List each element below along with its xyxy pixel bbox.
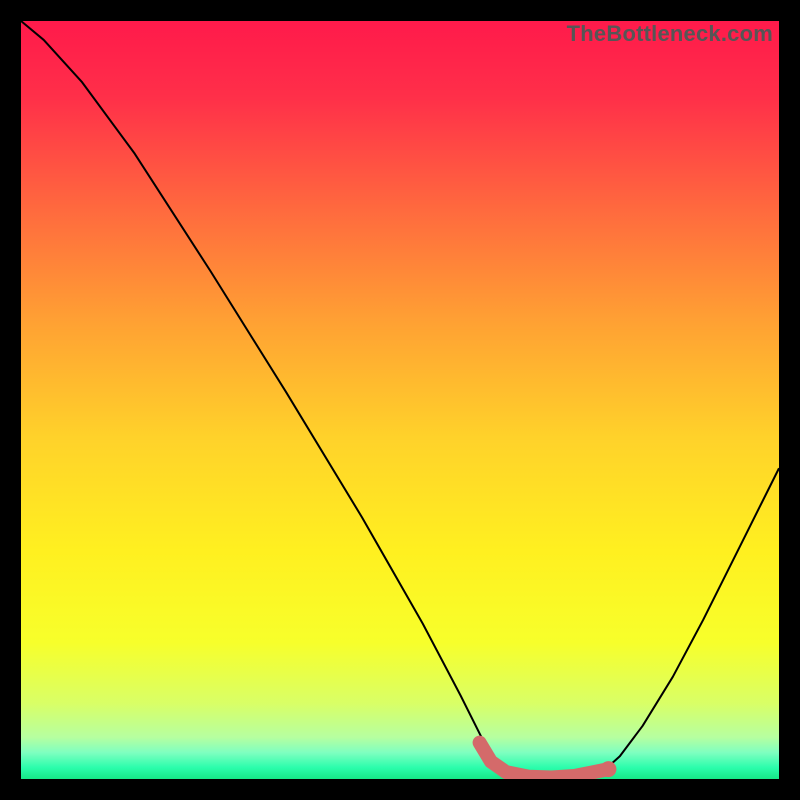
chart-frame: TheBottleneck.com (0, 0, 800, 800)
curve-layer (21, 21, 779, 779)
highlight-band (480, 743, 609, 778)
plot-area: TheBottleneck.com (21, 21, 779, 779)
bottleneck-curve (21, 21, 779, 779)
highlight-dot (600, 761, 616, 777)
